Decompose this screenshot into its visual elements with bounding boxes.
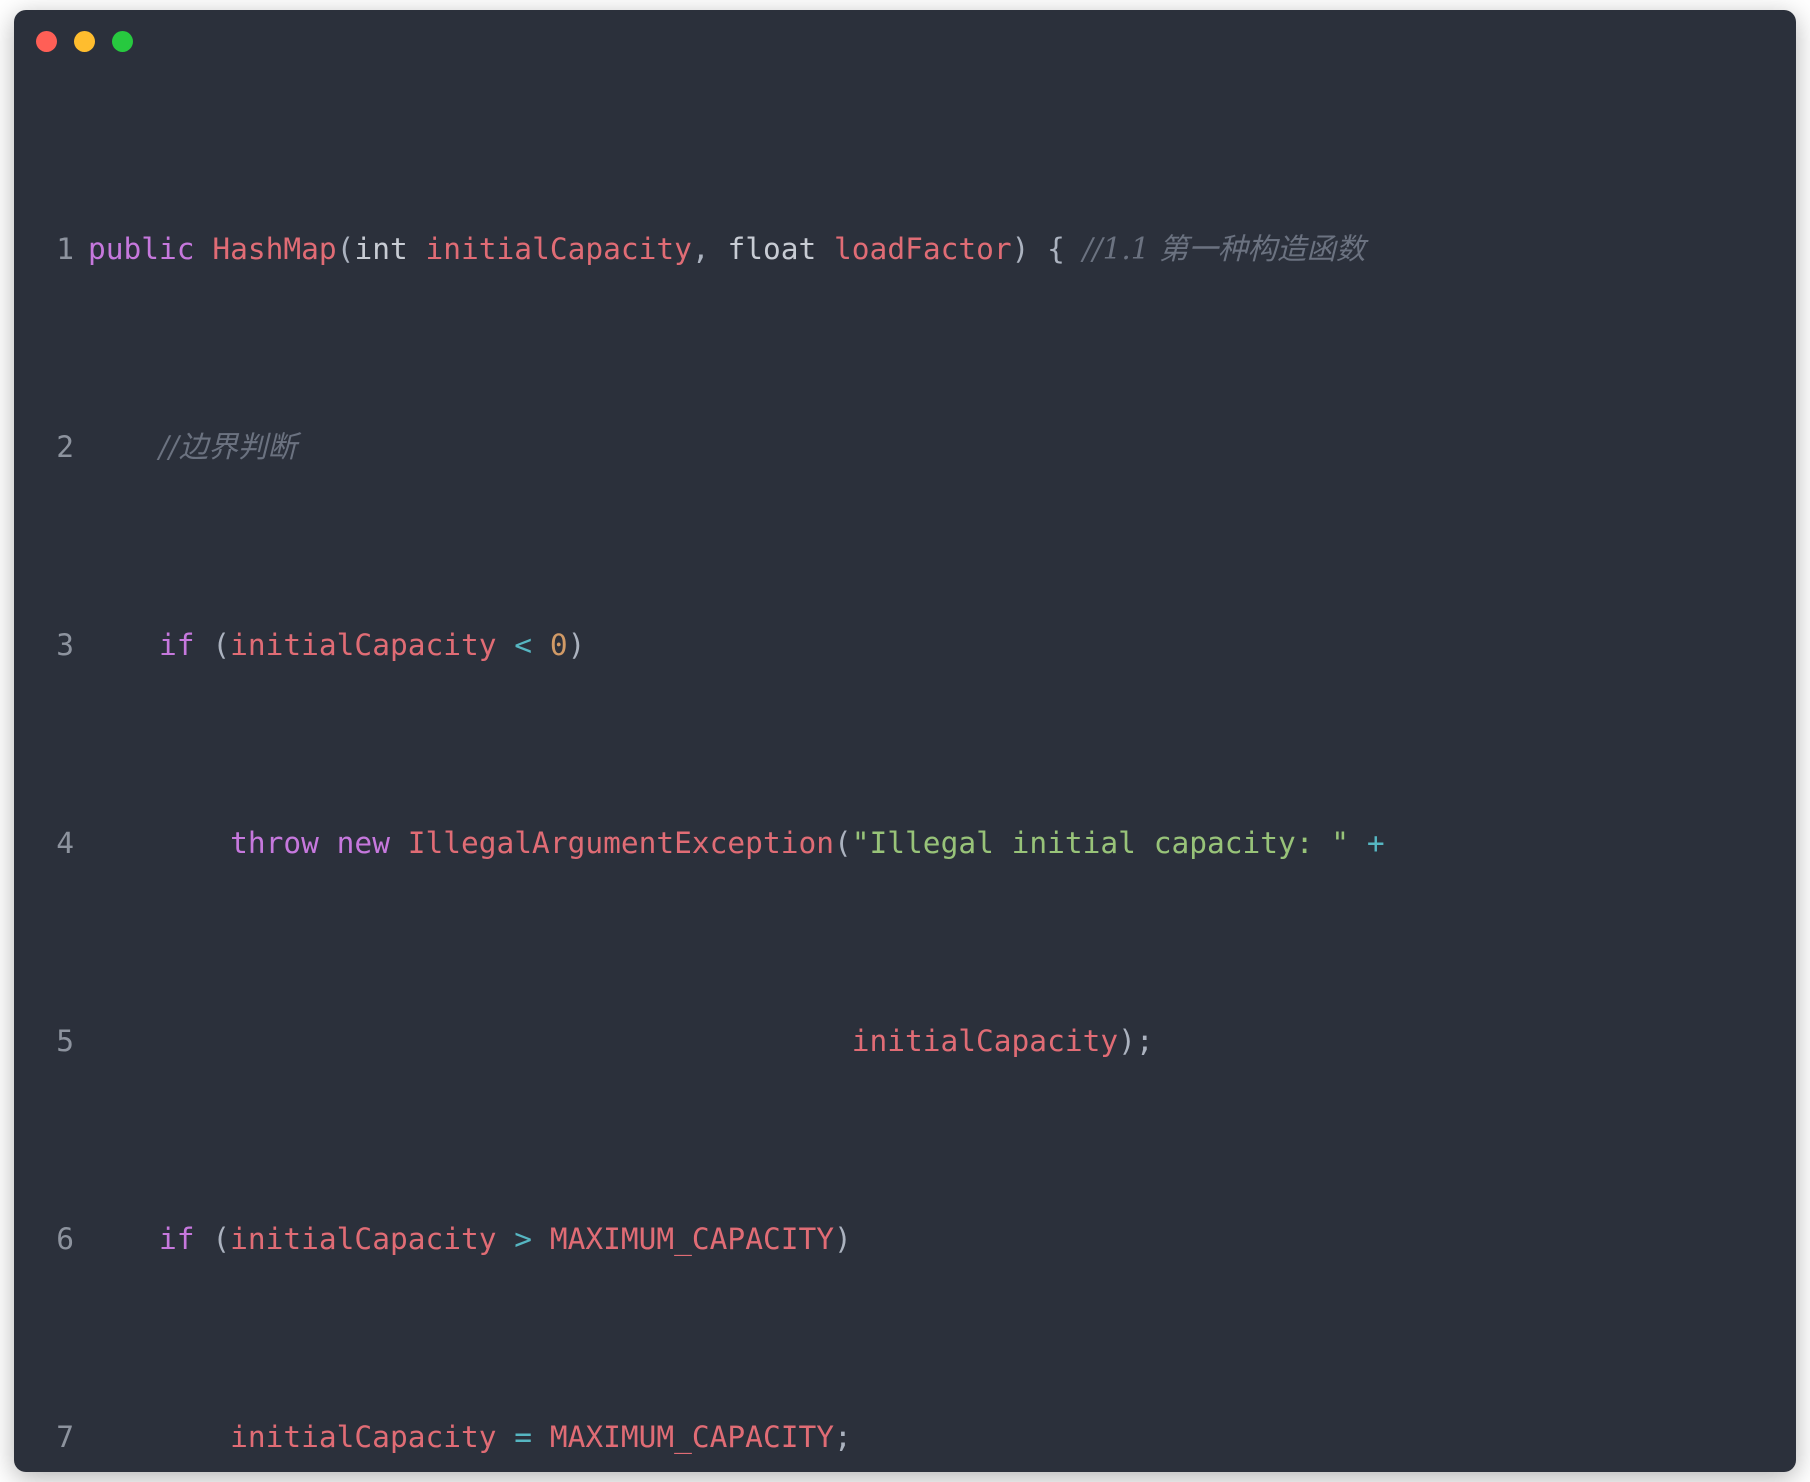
code-line-content[interactable]: throw new IllegalArgumentException("Ille… xyxy=(88,824,1796,864)
line-number: 5 xyxy=(56,1024,74,1059)
code-line-content[interactable]: initialCapacity); xyxy=(88,1022,1796,1062)
code-line-content[interactable]: initialCapacity = MAXIMUM_CAPACITY; xyxy=(88,1418,1796,1458)
code-line-content[interactable]: if (initialCapacity > MAXIMUM_CAPACITY) xyxy=(88,1220,1796,1260)
traffic-light-controls xyxy=(36,31,133,52)
code-line: 1 public HashMap(int initialCapacity, fl… xyxy=(14,230,1796,270)
line-number: 4 xyxy=(56,826,74,861)
code-line: 2 //边界判断 xyxy=(14,428,1796,468)
line-number: 6 xyxy=(56,1222,74,1257)
code-line: 4 throw new IllegalArgumentException("Il… xyxy=(14,824,1796,864)
code-line: 5 initialCapacity); xyxy=(14,1022,1796,1062)
minimize-window-button[interactable] xyxy=(74,31,95,52)
line-number: 2 xyxy=(56,430,74,465)
code-line: 3 if (initialCapacity < 0) xyxy=(14,626,1796,666)
line-number: 1 xyxy=(56,232,74,267)
maximize-window-button[interactable] xyxy=(112,31,133,52)
line-number: 3 xyxy=(56,628,74,663)
code-editor[interactable]: 1 public HashMap(int initialCapacity, fl… xyxy=(14,72,1796,1472)
code-line-content[interactable]: public HashMap(int initialCapacity, floa… xyxy=(88,230,1796,270)
code-line-content[interactable]: //边界判断 xyxy=(88,428,1796,468)
code-line: 6 if (initialCapacity > MAXIMUM_CAPACITY… xyxy=(14,1220,1796,1260)
inline-comment: //边界判断 xyxy=(159,430,297,465)
close-window-button[interactable] xyxy=(36,31,57,52)
code-line-content[interactable]: if (initialCapacity < 0) xyxy=(88,626,1796,666)
code-line: 7 initialCapacity = MAXIMUM_CAPACITY; xyxy=(14,1418,1796,1458)
line-number: 7 xyxy=(56,1420,74,1455)
string-literal: "Illegal initial capacity: " xyxy=(851,826,1350,861)
window-titlebar xyxy=(14,10,1796,72)
code-window: 1 public HashMap(int initialCapacity, fl… xyxy=(14,10,1796,1472)
inline-comment: //1.1 第一种构造函数 xyxy=(1082,232,1366,267)
